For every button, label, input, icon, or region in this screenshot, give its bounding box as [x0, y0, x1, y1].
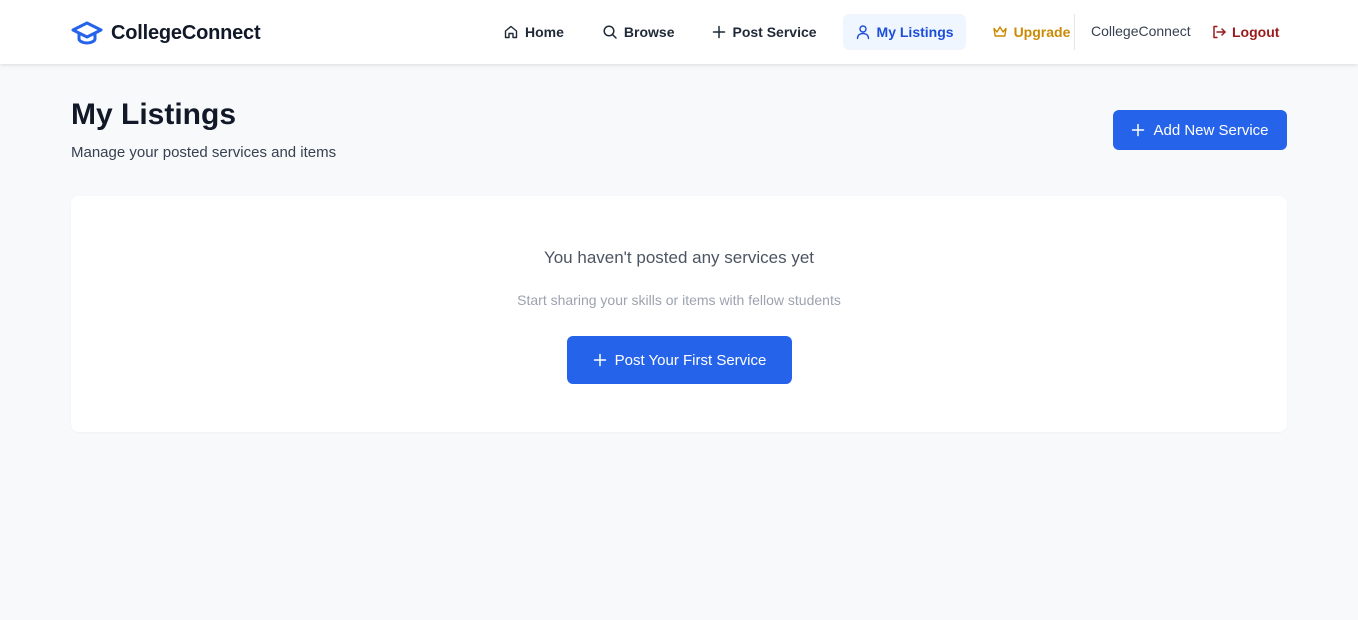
brand-name: CollegeConnect [111, 21, 261, 44]
top-navbar: CollegeConnect Home Browse Post Service [0, 0, 1358, 64]
nav-item-home[interactable]: Home [491, 14, 576, 50]
nav-item-label: Post Service [732, 24, 817, 40]
add-new-service-button[interactable]: Add New Service [1113, 110, 1287, 150]
nav-item-label: Browse [623, 24, 675, 40]
home-icon [504, 25, 518, 39]
nav-links: Home Browse Post Service My Listings Upg… [491, 14, 1096, 50]
brand-logo[interactable]: CollegeConnect [71, 19, 261, 47]
search-icon [603, 25, 617, 39]
empty-state-title: You haven't posted any services yet [543, 248, 815, 267]
logout-button[interactable]: Logout [1211, 22, 1279, 42]
empty-state-card: You haven't posted any services yet Star… [71, 196, 1287, 432]
nav-item-label: My Listings [876, 24, 954, 40]
empty-state-subtitle: Start sharing your skills or items with … [517, 292, 841, 308]
post-first-service-button[interactable]: Post Your First Service [567, 336, 792, 384]
page-subtitle: Manage your posted services and items [71, 144, 337, 161]
add-new-service-label: Add New Service [1153, 121, 1269, 139]
nav-item-my-listings[interactable]: My Listings [842, 14, 966, 50]
username: CollegeConnect [1091, 23, 1191, 39]
crown-icon [992, 26, 1007, 37]
nav-item-post-service[interactable]: Post Service [700, 14, 828, 50]
plus-icon [593, 353, 606, 367]
nav-item-label: Home [525, 24, 564, 40]
nav-item-browse[interactable]: Browse [590, 14, 687, 50]
nav-item-label: Upgrade [1013, 24, 1071, 40]
logout-label: Logout [1232, 24, 1280, 40]
logout-icon [1213, 25, 1226, 39]
nav-item-upgrade[interactable]: Upgrade [980, 14, 1083, 50]
page-title: My Listings [71, 98, 237, 131]
plus-icon [713, 25, 726, 39]
plus-icon [1132, 123, 1145, 137]
user-icon [856, 25, 869, 40]
graduation-cap-icon [71, 20, 103, 46]
post-first-service-label: Post Your First Service [614, 351, 767, 369]
nav-divider [1074, 14, 1075, 50]
